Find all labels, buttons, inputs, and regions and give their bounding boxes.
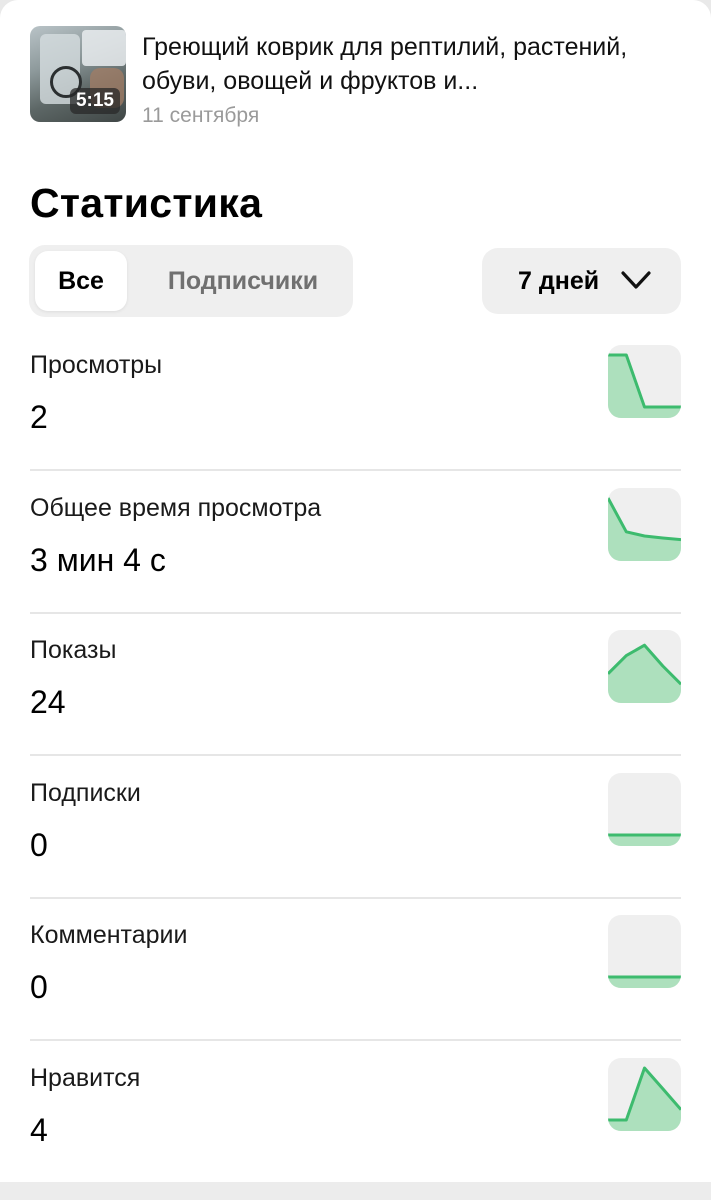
metric-impressions[interactable]: Показы 24 — [30, 630, 681, 772]
metric-views[interactable]: Просмотры 2 — [30, 345, 681, 487]
sparkline-area — [608, 355, 681, 418]
metric-likes[interactable]: Нравится 4 — [30, 1058, 681, 1182]
metric-label: Подписки — [30, 778, 141, 807]
sparkline-svg — [608, 975, 681, 989]
sparkline-svg — [608, 833, 681, 846]
metric-subscriptions[interactable]: Подписки 0 — [30, 772, 681, 915]
sparkline-area — [608, 1068, 681, 1131]
metric-label: Показы — [30, 636, 117, 665]
metric-divider — [30, 1039, 681, 1042]
metric-value: 3 мин 4 с — [30, 541, 166, 578]
metric-value: 0 — [30, 826, 48, 863]
metric-value: 2 — [30, 399, 48, 435]
metric-watch-time[interactable]: Общее время просмотра 3 мин 4 с — [30, 487, 681, 630]
sparkline-chart[interactable] — [608, 1058, 681, 1131]
tab-all[interactable]: Все — [35, 251, 127, 311]
video-title: Греющий коврик для рептилий, растений, о… — [142, 33, 628, 95]
sparkline-svg — [608, 1066, 681, 1131]
thumbnail-art — [82, 30, 126, 66]
bottom-edge — [0, 1182, 711, 1200]
period-dropdown[interactable]: 7 дней — [482, 248, 681, 314]
metric-divider — [30, 896, 681, 899]
chevron-down-icon — [620, 268, 652, 292]
tab-subscribers[interactable]: Подписчики — [139, 251, 347, 311]
sparkline-svg — [608, 496, 681, 561]
metric-label: Нравится — [30, 1064, 141, 1092]
video-thumbnail[interactable]: 5:15 — [30, 26, 126, 122]
sparkline-chart[interactable] — [608, 915, 681, 989]
sparkline-area — [608, 977, 681, 989]
metric-value: 0 — [30, 969, 48, 1006]
sparkline-chart[interactable] — [608, 487, 681, 561]
metric-label: Просмотры — [30, 351, 163, 379]
sparkline-area — [608, 497, 681, 561]
sparkline-chart[interactable] — [608, 345, 681, 418]
sparkline-svg — [608, 643, 681, 704]
sparkline-chart[interactable] — [608, 772, 681, 846]
metric-divider — [30, 469, 681, 471]
sparkline-area — [608, 834, 681, 846]
video-date: 11 сентября — [142, 104, 260, 127]
statistics-sheet: 5:15 Греющий коврик для рептилий, растен… — [0, 0, 711, 1182]
metric-divider — [30, 754, 681, 757]
period-label: 7 дней — [518, 267, 600, 295]
statistics-title: Статистика — [30, 180, 263, 226]
metric-comments[interactable]: Комментарии 0 — [30, 915, 681, 1057]
sparkline-chart[interactable] — [608, 630, 681, 704]
metric-label: Комментарии — [30, 921, 188, 950]
metric-label: Общее время просмотра — [30, 493, 322, 522]
video-summary[interactable]: 5:15 Греющий коврик для рептилий, растен… — [30, 26, 680, 136]
audience-segmented-control: Все Подписчики — [29, 245, 353, 317]
metric-value: 4 — [30, 1112, 48, 1148]
metric-divider — [30, 611, 681, 614]
video-duration: 5:15 — [69, 88, 120, 114]
metric-value: 24 — [30, 684, 66, 721]
sparkline-svg — [608, 353, 681, 418]
